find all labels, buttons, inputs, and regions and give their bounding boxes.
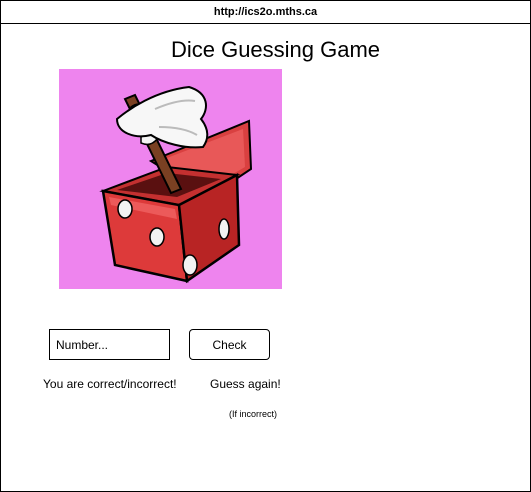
- dice-image: [59, 69, 282, 289]
- url-text: http://ics2o.mths.ca: [213, 6, 318, 18]
- guess-again-text: Guess again!: [210, 377, 281, 391]
- dice-with-axe-icon: [99, 85, 253, 284]
- address-bar[interactable]: http://ics2o.mths.ca: [1, 1, 530, 24]
- if-incorrect-note: (If incorrect): [229, 409, 278, 419]
- check-button[interactable]: Check: [189, 329, 270, 360]
- result-text: You are correct/incorrect!: [43, 377, 177, 391]
- number-input[interactable]: [49, 329, 170, 360]
- page-title: Dice Guessing Game: [170, 37, 381, 62]
